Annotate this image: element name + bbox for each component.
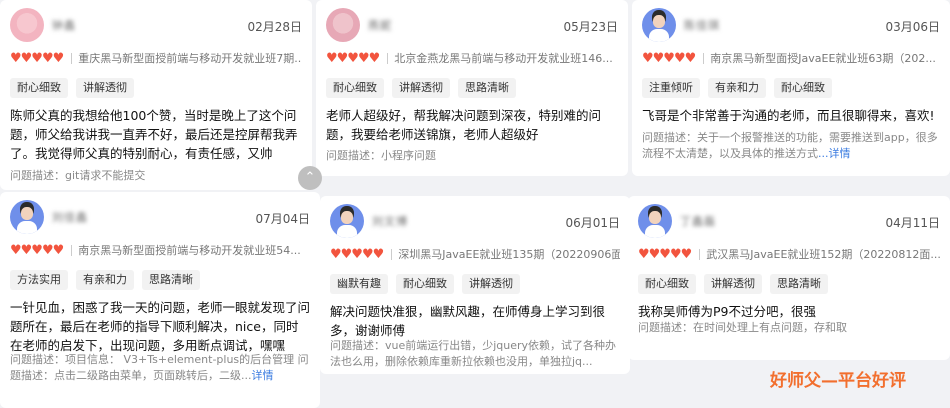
review-header: 陈佳琪 03月06日 xyxy=(642,8,940,42)
course-name: 重庆黑马新型面授前端与移动开发就业班7期... xyxy=(78,52,302,65)
tag-list: 方法实用 有亲和力 思路清晰 xyxy=(10,270,200,290)
rating-row: ♥♥♥♥♥ 重庆黑马新型面授前端与移动开发就业班7期... xyxy=(10,50,302,66)
course-name: 北京金燕龙黑马前端与移动开发就业班146... xyxy=(394,52,613,65)
avatar xyxy=(638,204,672,238)
rating-stars: ♥♥♥♥♥ xyxy=(326,50,380,66)
reviewer-name: 陈佳琪 xyxy=(684,19,720,32)
review-text: 解决问题快准狠，幽默风趣，在师傅身上学习到很多，谢谢师傅 xyxy=(330,304,606,338)
rating-row: ♥♥♥♥♥ 南京黑马新型面授JavaEE就业班63期（202... xyxy=(642,50,940,66)
tag: 耐心细致 xyxy=(396,274,454,294)
rating-row: ♥♥♥♥♥ 武汉黑马JavaEE就业班152期（20220812面... xyxy=(638,246,940,262)
problem-description: 问题描述：小程序问题 xyxy=(326,149,436,162)
reviewer-name: 燕妮 xyxy=(368,19,392,32)
divider xyxy=(71,52,73,64)
tag: 幽默有趣 xyxy=(330,274,388,294)
tag: 耐心细致 xyxy=(326,78,384,98)
details-link[interactable]: ...详情 xyxy=(818,147,851,160)
details-link[interactable]: 详情 xyxy=(252,369,274,382)
divider xyxy=(391,248,393,260)
review-card[interactable]: 刘文博 06月01日 ♥♥♥♥♥ 深圳黑马JavaEE就业班135期（202209… xyxy=(320,196,630,374)
watermark: 好师父—平台好评 xyxy=(770,371,906,391)
course-name: 深圳黑马JavaEE就业班135期（20220906面... xyxy=(398,248,620,261)
tag: 有亲和力 xyxy=(708,78,766,98)
review-card[interactable]: 钟鑫 02月28日 ♥♥♥♥♥ 重庆黑马新型面授前端与移动开发就业班7期... 耐… xyxy=(0,0,312,190)
tag: 思路清晰 xyxy=(458,78,516,98)
review-date: 07月04日 xyxy=(255,212,310,226)
problem-description-text: 问题描述：关于一个报警推送的功能，需要推送到app，很多流程不太清楚，以及具体的… xyxy=(642,131,938,160)
review-date: 06月01日 xyxy=(565,216,620,230)
problem-description: 问题描述：关于一个报警推送的功能，需要推送到app，很多流程不太清楚，以及具体的… xyxy=(642,130,940,162)
avatar xyxy=(10,200,44,234)
rating-stars: ♥♥♥♥♥ xyxy=(10,50,64,66)
tag: 耐心细致 xyxy=(638,274,696,294)
problem-description: 问题描述：git请求不能提交 xyxy=(10,169,146,182)
review-header: 丁鑫磊 04月11日 xyxy=(638,204,940,238)
review-card[interactable]: 刘佳鑫 07月04日 ♥♥♥♥♥ 南京黑马新型面授前端与移动开发就业班54... … xyxy=(0,192,320,408)
divider xyxy=(703,52,705,64)
review-header: 刘文博 06月01日 xyxy=(330,204,620,238)
rating-row: ♥♥♥♥♥ 南京黑马新型面授前端与移动开发就业班54... xyxy=(10,242,310,258)
scroll-top-button[interactable]: ⌃ xyxy=(298,166,322,190)
rating-row: ♥♥♥♥♥ 北京金燕龙黑马前端与移动开发就业班146... xyxy=(326,50,618,66)
review-text: 一针见血，困惑了我一天的问题，老师一眼就发现了问题所在，最后在老师的指导下顺利解… xyxy=(10,300,311,353)
tag: 思路清晰 xyxy=(770,274,828,294)
rating-stars: ♥♥♥♥♥ xyxy=(638,246,692,262)
review-text: 陈师父真的我想给他100个赞，当时是晚上了这个问题，师父给我讲我一直弄不好，最后… xyxy=(10,108,298,161)
problem-description: 问题描述：vue前端运行出错，少jquery依赖，试了各种办法也么用，删除依赖库… xyxy=(330,339,617,368)
avatar xyxy=(326,8,360,42)
review-date: 03月06日 xyxy=(885,20,940,34)
reviewer-name: 刘文博 xyxy=(372,215,408,228)
tag: 思路清晰 xyxy=(142,270,200,290)
reviewer-name: 钟鑫 xyxy=(52,19,76,32)
rating-row: ♥♥♥♥♥ 深圳黑马JavaEE就业班135期（20220906面... xyxy=(330,246,620,262)
avatar xyxy=(330,204,364,238)
tag-list: 耐心细致 讲解透彻 xyxy=(10,78,134,98)
tag: 耐心细致 xyxy=(10,78,68,98)
course-name: 武汉黑马JavaEE就业班152期（20220812面... xyxy=(706,248,940,261)
tag-list: 幽默有趣 耐心细致 讲解透彻 xyxy=(330,274,520,294)
review-text: 我称吴师傅为P9不过分吧，很强 xyxy=(638,304,816,319)
tag: 注重倾听 xyxy=(642,78,700,98)
review-header: 钟鑫 02月28日 xyxy=(10,8,302,42)
course-name: 南京黑马新型面授前端与移动开发就业班54... xyxy=(78,244,301,257)
review-date: 04月11日 xyxy=(885,216,940,230)
problem-description: 问题描述：项目信息： V3+Ts+element-plus的后台管理 问题描述：… xyxy=(10,352,310,384)
tag: 讲解透彻 xyxy=(462,274,520,294)
course-name: 南京黑马新型面授JavaEE就业班63期（202... xyxy=(710,52,936,65)
tag-list: 耐心细致 讲解透彻 思路清晰 xyxy=(638,274,828,294)
tag: 耐心细致 xyxy=(774,78,832,98)
divider xyxy=(699,248,701,260)
problem-description: 问题描述：在时间处理上有点问题，存和取 xyxy=(638,321,847,334)
review-text: 飞哥是个非常善于沟通的老师，而且很聊得来，喜欢! xyxy=(642,108,935,123)
tag: 方法实用 xyxy=(10,270,68,290)
review-header: 燕妮 05月23日 xyxy=(326,8,618,42)
rating-stars: ♥♥♥♥♥ xyxy=(10,242,64,258)
review-header: 刘佳鑫 07月04日 xyxy=(10,200,310,234)
tag: 讲解透彻 xyxy=(704,274,762,294)
reviewer-name: 丁鑫磊 xyxy=(680,215,716,228)
avatar xyxy=(10,8,44,42)
rating-stars: ♥♥♥♥♥ xyxy=(330,246,384,262)
review-card[interactable]: 燕妮 05月23日 ♥♥♥♥♥ 北京金燕龙黑马前端与移动开发就业班146... 耐… xyxy=(316,0,628,176)
tag: 讲解透彻 xyxy=(76,78,134,98)
divider xyxy=(71,244,73,256)
tag-list: 耐心细致 讲解透彻 思路清晰 xyxy=(326,78,516,98)
review-date: 05月23日 xyxy=(563,20,618,34)
review-card[interactable]: 陈佳琪 03月06日 ♥♥♥♥♥ 南京黑马新型面授JavaEE就业班63期（202… xyxy=(632,0,950,176)
review-card[interactable]: 丁鑫磊 04月11日 ♥♥♥♥♥ 武汉黑马JavaEE就业班152期（202208… xyxy=(628,196,950,360)
tag: 讲解透彻 xyxy=(392,78,450,98)
tag-list: 注重倾听 有亲和力 耐心细致 xyxy=(642,78,832,98)
avatar xyxy=(642,8,676,42)
review-text: 老师人超级好，帮我解决问题到深夜，特别难的问题，我要给老师送锦旗，老师人超级好 xyxy=(326,108,602,142)
rating-stars: ♥♥♥♥♥ xyxy=(642,50,696,66)
reviewer-name: 刘佳鑫 xyxy=(52,211,88,224)
divider xyxy=(387,52,389,64)
review-date: 02月28日 xyxy=(247,20,302,34)
tag: 有亲和力 xyxy=(76,270,134,290)
